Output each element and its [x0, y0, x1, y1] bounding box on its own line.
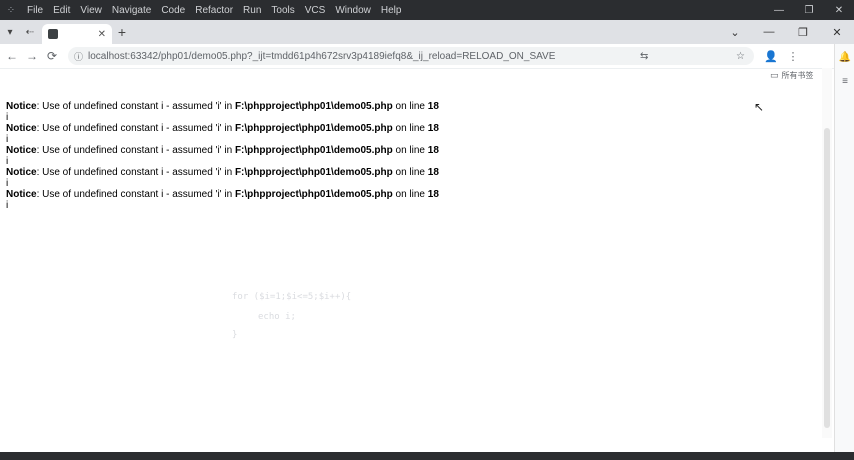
menu-kebab-icon[interactable]: ⋮	[782, 50, 804, 63]
ghost-code-line: for ($i=1;$i<=5;$i++){	[232, 292, 352, 302]
menu-code[interactable]: Code	[156, 5, 190, 16]
profile-icon[interactable]: 👤	[760, 50, 782, 63]
echo-output: i	[6, 156, 9, 167]
echo-output: i	[6, 200, 9, 211]
notice-line-number: 18	[427, 145, 439, 156]
notice-line: Notice: Use of undefined constant i - as…	[6, 101, 821, 113]
tab-list-icon[interactable]: ⌄	[718, 26, 752, 39]
notice-message: : Use of undefined constant i - assumed …	[36, 101, 235, 112]
menu-window[interactable]: Window	[330, 5, 376, 16]
translate-icon[interactable]: ⇆	[637, 51, 651, 62]
minimize-button[interactable]: —	[764, 5, 794, 16]
notice-line-number: 18	[427, 167, 439, 178]
back-tab-icon[interactable]: ⇠	[20, 20, 40, 44]
reload-icon[interactable]: ⟳	[44, 49, 60, 63]
ide-status-bar	[0, 452, 854, 460]
notice-path: F:\phpproject\php01\demo05.php	[234, 167, 393, 178]
notice-line: Notice: Use of undefined constant i - as…	[6, 145, 821, 157]
notice-suffix: on line	[392, 167, 428, 178]
notice-line-number: 18	[427, 123, 439, 134]
menu-tools[interactable]: Tools	[266, 5, 299, 16]
notice-label: Notice	[6, 101, 37, 112]
echo-output: i	[6, 112, 9, 123]
notice-block: Notice: Use of undefined constant i - as…	[6, 167, 821, 189]
notice-suffix: on line	[392, 189, 428, 200]
bookmark-star-icon[interactable]: ☆	[733, 51, 748, 62]
notice-path: F:\phpproject\php01\demo05.php	[234, 123, 393, 134]
side-panel: 🔔 ≡	[834, 44, 854, 460]
menu-view[interactable]: View	[75, 5, 107, 16]
ide-window-controls: — ❐ ✕	[764, 5, 854, 16]
page-scrollbar[interactable]	[822, 68, 832, 438]
side-panel-bell-icon[interactable]: 🔔	[835, 48, 854, 68]
site-info-icon[interactable]: ⓘ	[74, 50, 83, 63]
browser-close-button[interactable]: ✕	[820, 26, 854, 39]
notice-line-number: 18	[427, 101, 439, 112]
menu-navigate[interactable]: Navigate	[107, 5, 156, 16]
close-button[interactable]: ✕	[824, 5, 854, 16]
address-bar[interactable]: ⓘ localhost:63342/php01/demo05.php?_ijt=…	[68, 47, 754, 65]
menu-help[interactable]: Help	[376, 5, 407, 16]
notice-message: : Use of undefined constant i - assumed …	[36, 189, 235, 200]
side-panel-database-icon[interactable]: ≡	[835, 72, 854, 92]
notice-label: Notice	[6, 167, 37, 178]
notice-label: Notice	[6, 189, 37, 200]
ghost-code-line: echo i;	[258, 312, 296, 322]
back-arrow-icon[interactable]: ←	[4, 49, 20, 63]
menu-run[interactable]: Run	[238, 5, 266, 16]
notice-path: F:\phpproject\php01\demo05.php	[234, 101, 393, 112]
ide-logo-icon: ⁘	[6, 4, 16, 16]
notice-label: Notice	[6, 145, 37, 156]
page-favicon-icon	[48, 29, 58, 39]
notice-block: Notice: Use of undefined constant i - as…	[6, 189, 821, 211]
ide-menubar: ⁘ File Edit View Navigate Code Refactor …	[0, 0, 854, 20]
echo-output: i	[6, 134, 9, 145]
notice-message: : Use of undefined constant i - assumed …	[36, 167, 235, 178]
notice-message: : Use of undefined constant i - assumed …	[36, 145, 235, 156]
browser-maximize-button[interactable]: ❐	[786, 26, 820, 39]
notice-label: Notice	[6, 123, 37, 134]
notice-block: Notice: Use of undefined constant i - as…	[6, 145, 821, 167]
browser-toolbar: ← → ⟳ ⓘ localhost:63342/php01/demo05.php…	[0, 44, 854, 69]
scrollbar-thumb[interactable]	[824, 128, 830, 428]
all-bookmarks-link[interactable]: 所有书签	[782, 70, 814, 81]
browser-minimize-button[interactable]: —	[752, 26, 786, 38]
browser-window-controls: ⌄ — ❐ ✕	[718, 20, 854, 44]
folder-icon: ▭	[770, 69, 779, 80]
page-content: Notice: Use of undefined constant i - as…	[6, 101, 821, 211]
toolbar-actions: 👤 ⋮	[760, 50, 804, 63]
maximize-button[interactable]: ❐	[794, 5, 824, 16]
tab-search-icon[interactable]: ▾	[0, 20, 20, 44]
notice-block: Notice: Use of undefined constant i - as…	[6, 101, 821, 123]
menu-refactor[interactable]: Refactor	[190, 5, 238, 16]
browser-tab-active[interactable]: ✕	[42, 24, 112, 44]
menu-vcs[interactable]: VCS	[300, 5, 331, 16]
notice-path: F:\phpproject\php01\demo05.php	[234, 145, 393, 156]
mouse-cursor-icon: ↖	[754, 100, 765, 114]
notice-message: : Use of undefined constant i - assumed …	[36, 123, 235, 134]
forward-arrow-icon[interactable]: →	[24, 49, 40, 63]
notice-line: Notice: Use of undefined constant i - as…	[6, 123, 821, 135]
notice-suffix: on line	[392, 101, 428, 112]
notice-line: Notice: Use of undefined constant i - as…	[6, 189, 821, 201]
notice-suffix: on line	[392, 145, 428, 156]
notice-line-number: 18	[427, 189, 439, 200]
url-text[interactable]: localhost:63342/php01/demo05.php?_ijt=tm…	[88, 51, 555, 62]
tab-close-icon[interactable]: ✕	[98, 29, 106, 40]
new-tab-button[interactable]: +	[112, 20, 132, 44]
menu-edit[interactable]: Edit	[48, 5, 75, 16]
notice-suffix: on line	[392, 123, 428, 134]
notice-block: Notice: Use of undefined constant i - as…	[6, 123, 821, 145]
menu-file[interactable]: File	[22, 5, 48, 16]
notice-line: Notice: Use of undefined constant i - as…	[6, 167, 821, 179]
notice-path: F:\phpproject\php01\demo05.php	[234, 189, 393, 200]
echo-output: i	[6, 178, 9, 189]
ghost-code-line: }	[232, 330, 238, 340]
browser-tab-strip: ▾ ⇠ ✕ + ⌄ — ❐ ✕	[0, 20, 854, 44]
